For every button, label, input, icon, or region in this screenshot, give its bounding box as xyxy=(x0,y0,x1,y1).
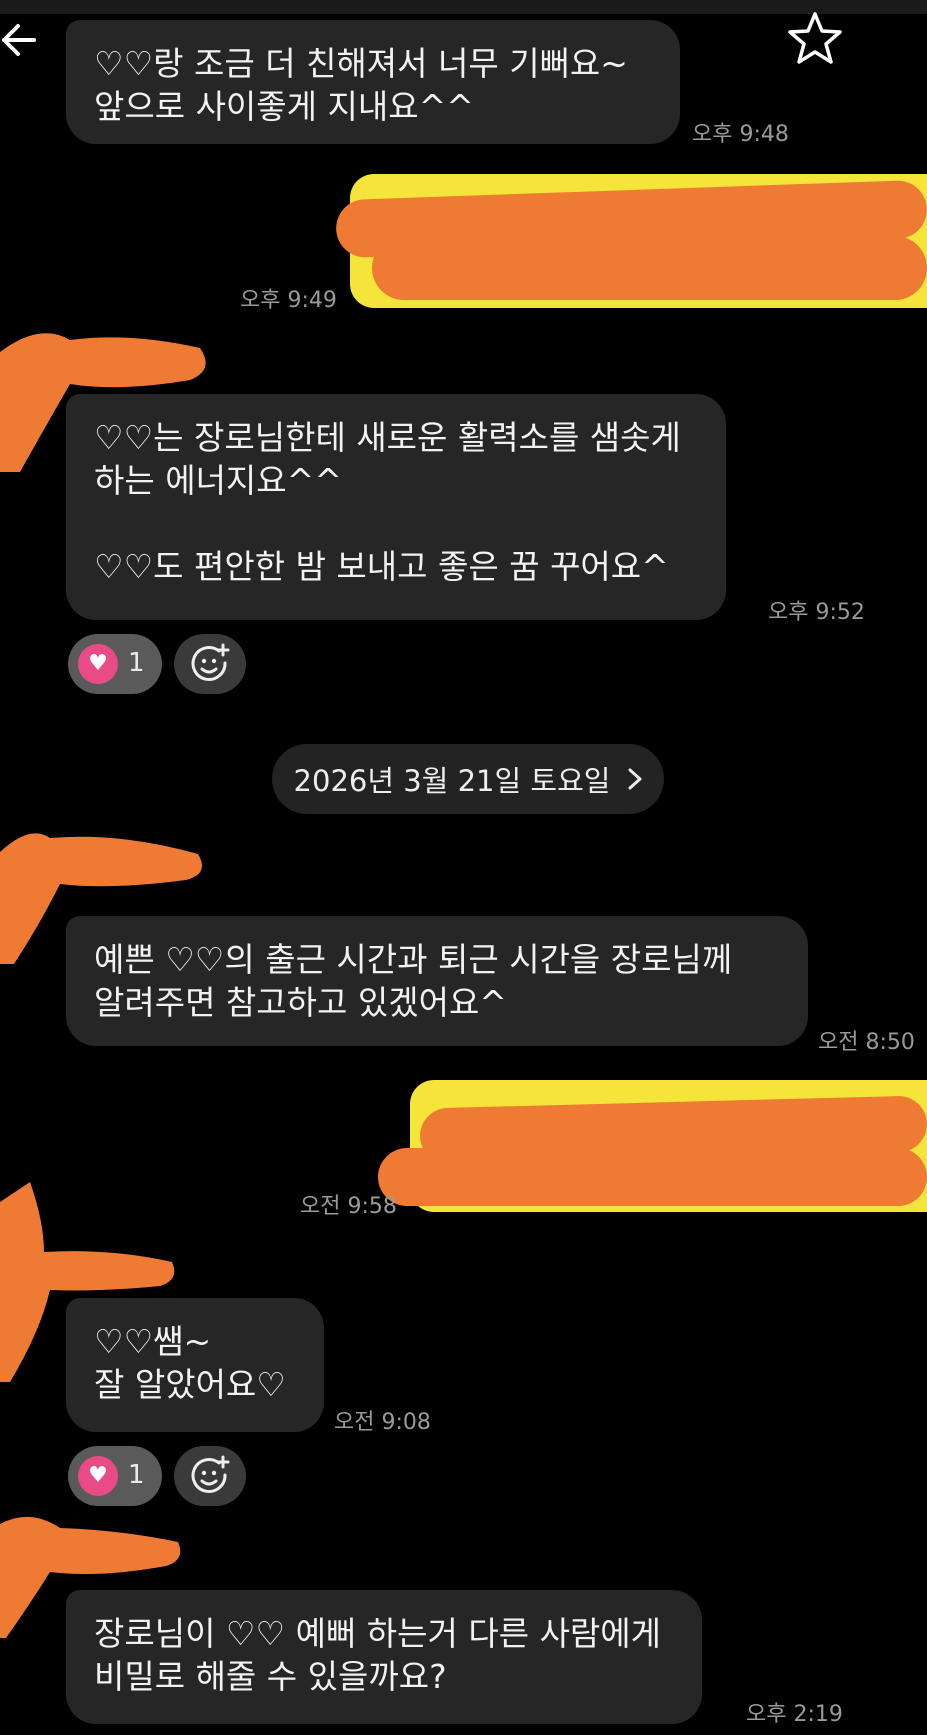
incoming-message[interactable]: ♡♡쌤~ 잘 알았어요♡ xyxy=(66,1298,324,1432)
incoming-message[interactable]: 예쁜 ♡♡의 출근 시간과 퇴근 시간을 장로님께 알려주면 참고하고 있겠어요… xyxy=(66,916,808,1046)
date-label: 2026년 3월 21일 토요일 xyxy=(293,764,611,798)
message-time: 오후 2:19 xyxy=(746,1702,843,1727)
message-time: 오전 9:08 xyxy=(334,1410,431,1435)
message-time: 오후 9:52 xyxy=(768,600,865,625)
arrow-left-icon xyxy=(2,24,36,56)
heart-icon: ♥ xyxy=(78,644,118,684)
reaction-count: 1 xyxy=(128,1460,145,1490)
heart-reaction[interactable]: ♥ 1 xyxy=(68,1446,162,1506)
favorite-button[interactable] xyxy=(786,10,844,68)
heart-icon: ♥ xyxy=(78,1456,118,1496)
star-outline-icon xyxy=(788,12,842,64)
message-time: 오후 9:48 xyxy=(692,122,789,147)
message-time: 오전 9:58 xyxy=(300,1194,397,1219)
date-divider[interactable]: 2026년 3월 21일 토요일 xyxy=(272,744,664,814)
back-button[interactable] xyxy=(0,18,44,62)
reaction-count: 1 xyxy=(128,648,145,678)
message-time: 오후 9:49 xyxy=(240,288,337,313)
redaction-mark xyxy=(378,1148,927,1206)
add-reaction-button[interactable] xyxy=(174,634,246,694)
smiley-plus-icon xyxy=(191,643,230,681)
smiley-plus-icon xyxy=(191,1455,230,1493)
add-reaction-button[interactable] xyxy=(174,1446,246,1506)
incoming-message[interactable]: 장로님이 ♡♡ 예뻐 하는거 다른 사람에게 비밀로 해줄 수 있을까요? xyxy=(66,1590,702,1724)
incoming-message[interactable]: ♡♡는 장로님한테 새로운 활력소를 샘솟게 하는 에너지요^^ ♡♡도 편안한… xyxy=(66,394,726,620)
redaction-mark xyxy=(372,236,927,300)
chevron-right-icon xyxy=(628,768,642,790)
heart-reaction[interactable]: ♥ 1 xyxy=(68,634,162,694)
incoming-message[interactable]: ♡♡랑 조금 더 친해져서 너무 기뻐요~ 앞으로 사이좋게 지내요^^ xyxy=(66,20,680,144)
message-time: 오전 8:50 xyxy=(818,1030,915,1055)
